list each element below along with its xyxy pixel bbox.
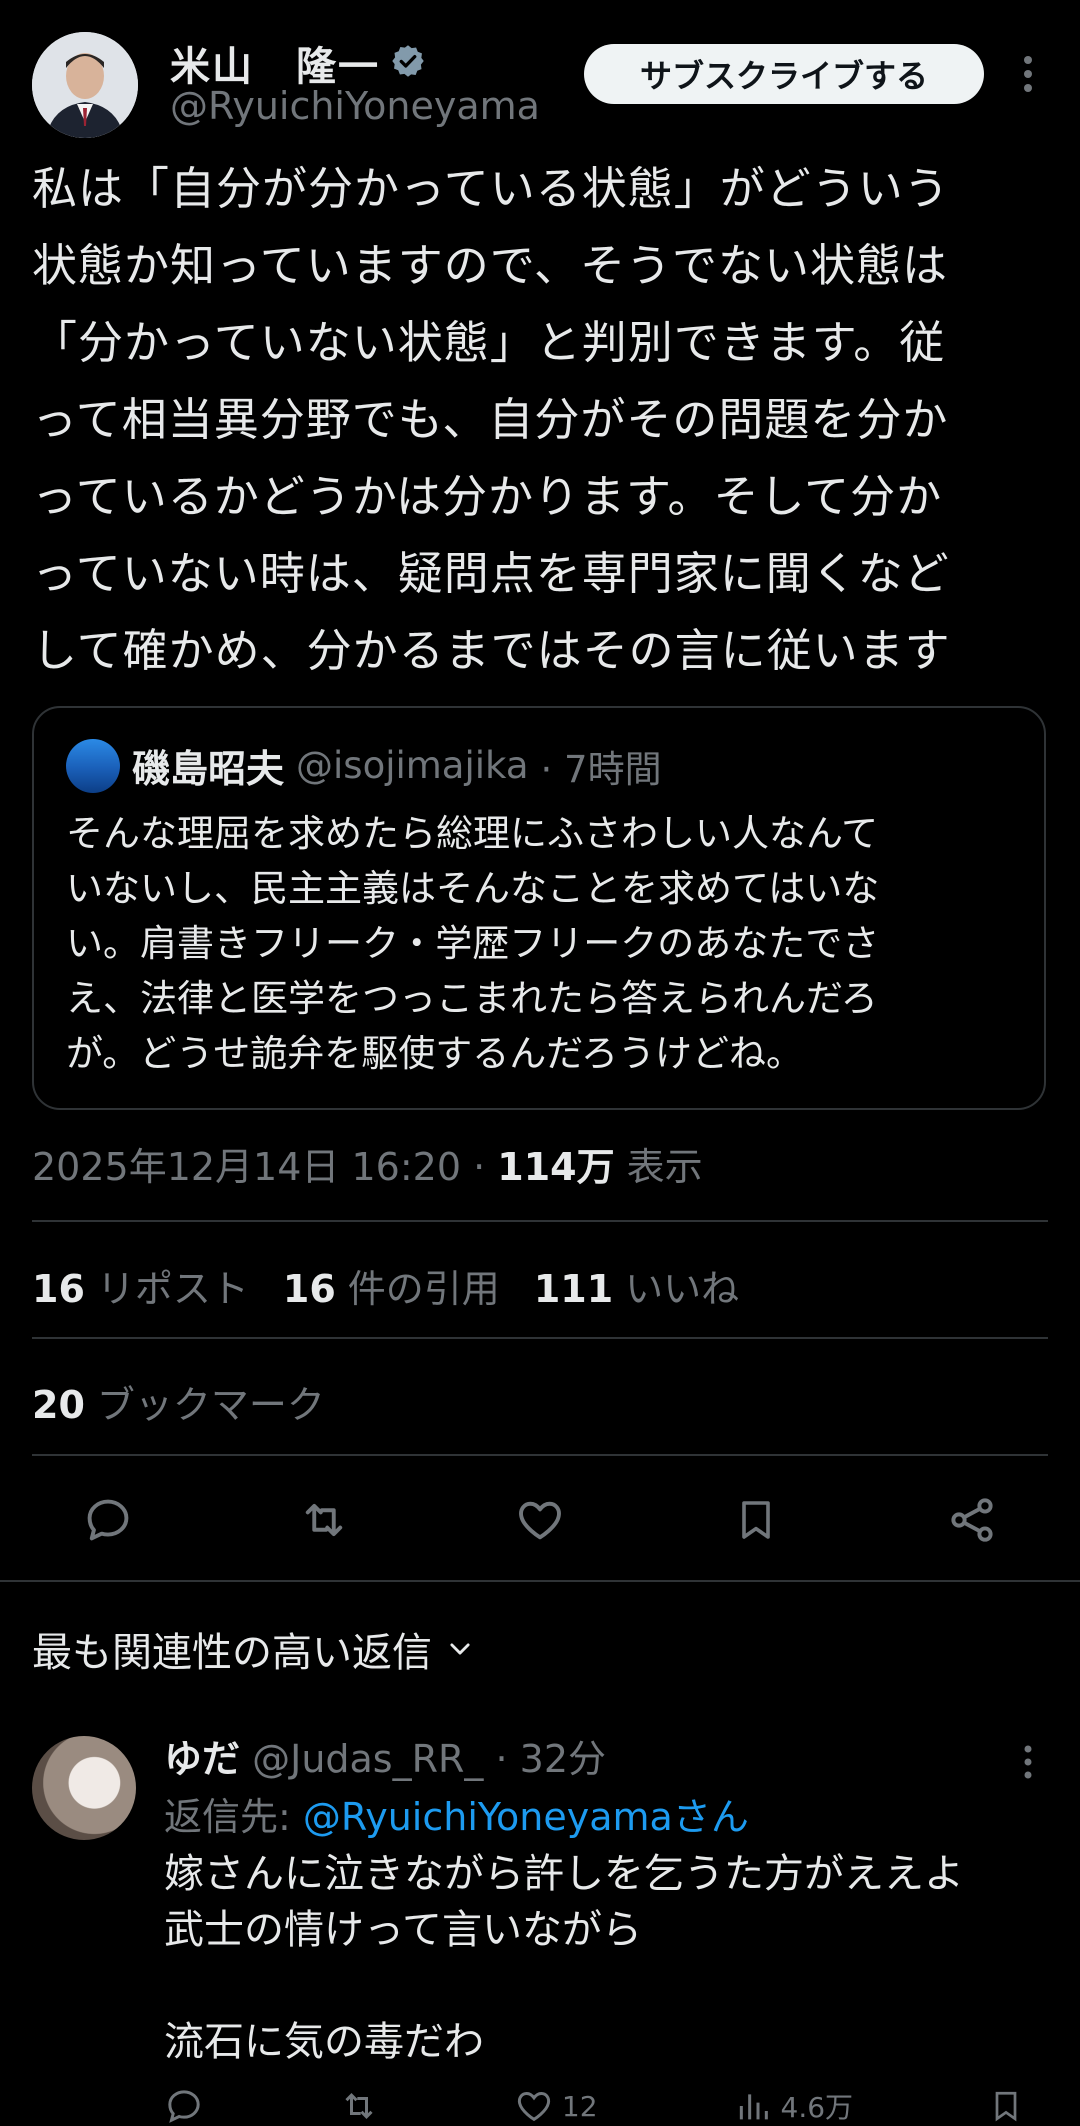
share-icon [951, 1498, 993, 1542]
repost-button[interactable] [264, 1490, 384, 1550]
repost-icon [345, 2093, 373, 2119]
quotes-stat[interactable]: 16 件の引用 [283, 1258, 500, 1313]
engagement-stats: 16 リポスト 16 件の引用 111 いいね [32, 1258, 739, 1313]
bookmarks-label: ブックマーク [96, 1383, 325, 1427]
reply-bookmark-button[interactable] [988, 2086, 1024, 2126]
reply-action-bar: 12 4.6万 [164, 2086, 1024, 2126]
action-bar [48, 1490, 1032, 1550]
view-count: 114万 [497, 1145, 615, 1189]
reply-icon [168, 2090, 200, 2123]
likes-count: 111 [533, 1267, 614, 1311]
reply-author-handle[interactable]: @Judas_RR_ [252, 1737, 483, 1781]
section-divider [0, 1580, 1080, 1582]
share-button[interactable] [912, 1490, 1032, 1550]
reply-sort-dropdown[interactable]: 最も関連性の高い返信 [32, 1620, 474, 1678]
author-avatar[interactable] [32, 32, 138, 138]
bookmarks-count: 20 [32, 1383, 85, 1427]
more-vertical-icon[interactable] [1010, 48, 1046, 100]
subscribe-button[interactable]: サブスクライブする [584, 44, 984, 104]
reply-button[interactable] [48, 1490, 168, 1550]
post-datetime[interactable]: 2025年12月14日 16:20 · [32, 1145, 497, 1189]
reply-like-button[interactable]: 12 [514, 2086, 598, 2126]
reply-author-avatar[interactable] [32, 1736, 136, 1840]
divider [32, 1220, 1048, 1222]
quoted-post-time: · 7時間 [540, 747, 662, 791]
quoted-author-handle: @isojimajika [296, 744, 529, 787]
reply-icon [87, 1499, 129, 1541]
reply-reply-button[interactable] [164, 2086, 204, 2126]
divider [32, 1337, 1048, 1339]
verified-badge-icon [390, 43, 426, 83]
post-text: 私は「自分が分かっている状態」がどういう 状態か知っていますので、そうでない状態… [32, 162, 951, 677]
reposts-count: 16 [32, 1267, 85, 1311]
quoted-post-text: そんな理屈を求めたら総理にふさわしい人なんて いないし、民主主義はそんなことを求… [66, 812, 880, 1075]
likes-label: いいね [625, 1267, 740, 1311]
likes-stat[interactable]: 111 いいね [534, 1258, 739, 1313]
heart-icon [519, 1501, 561, 1540]
quoted-author-avatar [66, 738, 120, 793]
reply-view-count: 4.6万 [780, 2091, 854, 2124]
quoted-post-header: 磯島昭夫 @isojimajika · 7時間 [66, 738, 662, 793]
quotes-label: 件の引用 [347, 1267, 500, 1311]
reposts-label: リポスト [96, 1267, 249, 1311]
bookmarks-stat[interactable]: 20 ブックマーク [32, 1374, 325, 1429]
reply-time: · 32分 [495, 1737, 607, 1781]
reply-author-name[interactable]: ゆだ [164, 1737, 240, 1781]
view-label: 表示 [614, 1145, 703, 1189]
more-vertical-icon[interactable] [1010, 1736, 1046, 1788]
reply-like-count: 12 [561, 2089, 598, 2123]
bookmark-icon [995, 2091, 1017, 2122]
reply-repost-button[interactable] [339, 2086, 379, 2126]
bookmark-button[interactable] [696, 1490, 816, 1550]
reply-to-handle-link[interactable]: @RyuichiYoneyama [303, 1795, 673, 1839]
reply-sort-label: 最も関連性の高い返信 [32, 1630, 432, 1676]
post-meta: 2025年12月14日 16:20 · 114万 表示 [32, 1136, 703, 1191]
views-icon [739, 2094, 768, 2120]
reply-to-prefix: 返信先: [164, 1795, 303, 1839]
repost-icon [305, 1503, 343, 1537]
quoted-post-card[interactable]: 磯島昭夫 @isojimajika · 7時間 そんな理屈を求めたら総理にふさわ… [32, 706, 1046, 1110]
divider [32, 1454, 1048, 1456]
author-handle[interactable]: @RyuichiYoneyama [170, 84, 540, 128]
heart-icon [517, 2091, 550, 2122]
reply-views[interactable]: 4.6万 [733, 2086, 854, 2126]
reply-header: ゆだ @Judas_RR_ · 32分 [164, 1728, 606, 1783]
like-button[interactable] [480, 1490, 600, 1550]
reply-to-line: 返信先: @RyuichiYoneyamaさん [164, 1786, 749, 1841]
quotes-count: 16 [282, 1267, 336, 1311]
quoted-author-name: 磯島昭夫 [132, 747, 285, 791]
reposts-stat[interactable]: 16 リポスト [32, 1258, 249, 1313]
reply-to-suffix: さん [672, 1795, 749, 1839]
reply-text: 嫁さんに泣きながら許しを乞うた方がええよ 武士の情けって言いながら 流石に気の毒… [164, 1851, 964, 2065]
bookmark-icon [742, 1501, 770, 1539]
chevron-down-icon [450, 1643, 470, 1655]
